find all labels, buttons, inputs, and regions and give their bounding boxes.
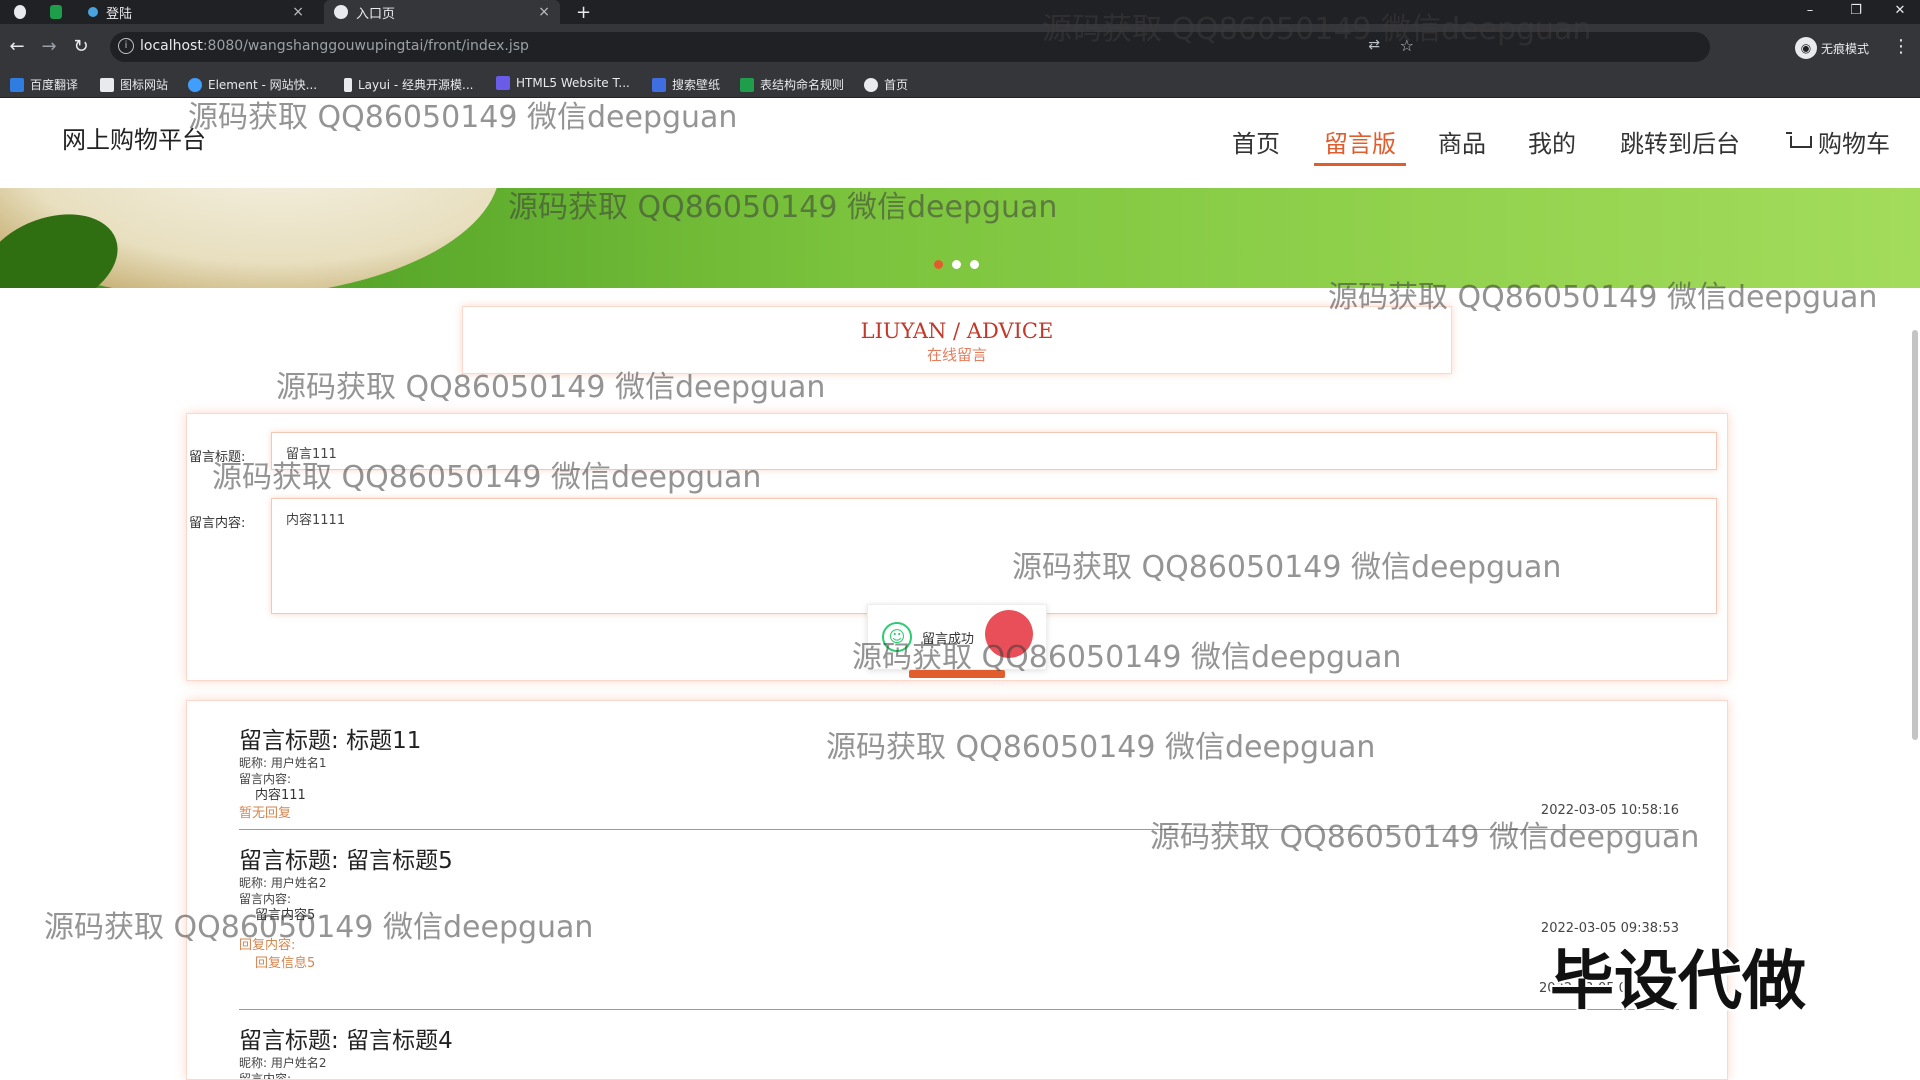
back-icon[interactable]: ← xyxy=(6,36,28,58)
element-icon xyxy=(188,77,202,92)
message-title: 留言标题: 留言标题4 xyxy=(239,1028,453,1054)
menu-icon[interactable]: ⋮ xyxy=(1890,36,1912,58)
section-title: LIUYAN / ADVICE 在线留言 xyxy=(462,306,1452,374)
sheet-icon xyxy=(740,77,754,92)
list-item: 留言标题: 标题11 昵称: 用户姓名1 留言内容: 内容111 暂无回复 20… xyxy=(239,721,1679,851)
info-icon[interactable]: i xyxy=(118,38,134,54)
big-watermark: 毕设代做 xyxy=(1550,945,1806,1019)
section-title-en: LIUYAN / ADVICE xyxy=(860,319,1054,343)
minimize-icon[interactable]: – xyxy=(1788,0,1832,24)
restore-icon[interactable]: ❐ xyxy=(1834,0,1878,24)
translate-icon xyxy=(10,77,24,92)
layui-icon xyxy=(344,77,352,92)
message-reply-label: 回复内容: xyxy=(239,938,296,953)
message-form: 留言标题: 留言111 留言内容: 内容1111 ☺ 留言成功 xyxy=(186,413,1728,681)
content-label: 留言内容: xyxy=(189,516,246,531)
bookmark-item[interactable]: 表结构命名规则 xyxy=(740,76,844,93)
message-nickname: 昵称: 用户姓名2 xyxy=(239,876,327,890)
close-window-icon[interactable]: ✕ xyxy=(1878,0,1920,24)
nav-products[interactable]: 商品 xyxy=(1438,124,1486,159)
html5-icon xyxy=(496,76,510,90)
translate-icon[interactable]: ⇄ xyxy=(1368,37,1380,53)
wallpaper-icon xyxy=(652,77,666,92)
tab-label: 入口页 xyxy=(356,6,396,22)
message-reply: 回复信息5 xyxy=(255,956,316,971)
message-content: 内容111 xyxy=(255,788,306,803)
message-content-label: 留言内容: xyxy=(239,772,292,786)
nav-mine[interactable]: 我的 xyxy=(1528,124,1576,159)
list-item: 留言标题: 留言标题5 昵称: 用户姓名2 留言内容: 留言内容5 回复内容: … xyxy=(239,841,1679,1021)
tab-label: 登陆 xyxy=(106,6,133,22)
url-text[interactable]: localhost:8080/wangshanggouwupingtai/fro… xyxy=(140,38,529,54)
bookmark-item[interactable]: 首页 xyxy=(864,76,908,93)
message-time: 2022-03-05 10:58:16 xyxy=(1540,803,1679,818)
message-title: 留言标题: 标题11 xyxy=(239,728,422,754)
favicon-icon xyxy=(88,7,98,17)
bookmarks-bar: 百度翻译 图标网站 Element - 网站快... Layui - 经典开源模… xyxy=(0,70,1920,98)
content-textarea[interactable]: 内容1111 xyxy=(271,498,1717,614)
toast-text: 留言成功 xyxy=(922,631,975,647)
submit-button[interactable] xyxy=(909,670,1005,678)
tab-index[interactable]: 入口页 × xyxy=(324,0,560,24)
forward-icon[interactable]: → xyxy=(38,36,60,58)
incognito-icon: ◉ xyxy=(1795,37,1817,59)
cursor-highlight xyxy=(985,610,1033,658)
message-content-label: 留言内容: xyxy=(239,1072,292,1080)
smile-icon: ☺ xyxy=(882,622,912,652)
star-icon[interactable]: ☆ xyxy=(1400,36,1414,55)
bookmark-item[interactable]: 图标网站 xyxy=(100,76,168,93)
message-list: 留言标题: 标题11 昵称: 用户姓名1 留言内容: 内容111 暂无回复 20… xyxy=(186,700,1728,1080)
carousel-dot[interactable] xyxy=(970,260,979,269)
bookmark-item[interactable]: HTML5 Website T... xyxy=(496,76,630,90)
title-label: 留言标题: xyxy=(189,450,246,465)
tab-login[interactable]: 登陆 × xyxy=(88,0,314,24)
flag-icon xyxy=(100,77,114,92)
app-icon xyxy=(50,0,70,24)
bookmark-item[interactable]: Layui - 经典开源模... xyxy=(344,76,473,93)
close-icon[interactable]: × xyxy=(538,4,550,20)
bookmark-item[interactable]: 搜索壁纸 xyxy=(652,76,720,93)
message-content-label: 留言内容: xyxy=(239,892,292,906)
incognito-badge[interactable]: ◉ 无痕模式 xyxy=(1795,37,1869,59)
nav-home[interactable]: 首页 xyxy=(1232,124,1280,159)
message-reply-label: 暂无回复 xyxy=(239,806,292,821)
list-item: 留言标题: 留言标题4 昵称: 用户姓名2 留言内容: xyxy=(239,1021,1679,1080)
message-nickname: 昵称: 用户姓名2 xyxy=(239,1056,327,1070)
new-tab-button[interactable]: + xyxy=(576,0,591,24)
bookmark-item[interactable]: Element - 网站快... xyxy=(188,76,317,93)
site-logo[interactable]: 网上购物平台 xyxy=(62,120,206,155)
url-bar[interactable]: i localhost:8080/wangshanggouwupingtai/f… xyxy=(110,32,1710,62)
message-title: 留言标题: 留言标题5 xyxy=(239,848,453,874)
bookmark-item[interactable]: 百度翻译 xyxy=(10,76,78,93)
divider xyxy=(239,829,1679,830)
nav-admin[interactable]: 跳转到后台 xyxy=(1620,124,1740,159)
page-scrollbar[interactable] xyxy=(1912,330,1918,740)
carousel-dots xyxy=(934,260,979,269)
reload-icon[interactable]: ↻ xyxy=(70,36,92,58)
favicon-icon xyxy=(334,5,348,19)
carousel-dot[interactable] xyxy=(934,260,943,269)
divider xyxy=(239,1009,1679,1010)
globe-icon xyxy=(864,77,878,92)
title-input[interactable]: 留言111 xyxy=(271,432,1717,470)
address-bar: ← → ↻ i localhost:8080/wangshanggouwupin… xyxy=(0,24,1920,70)
nav-cart[interactable]: 购物车 xyxy=(1786,124,1890,159)
nav-message-board[interactable]: 留言版 xyxy=(1314,124,1406,166)
browser-tab-bar: 登陆 × 入口页 × + – ❐ ✕ xyxy=(0,0,1920,24)
section-title-cn: 在线留言 xyxy=(926,346,987,364)
message-content: 留言内容5 xyxy=(255,908,316,923)
close-icon[interactable]: × xyxy=(292,4,304,20)
chrome-icon xyxy=(14,0,34,24)
cart-icon xyxy=(1786,132,1814,154)
message-nickname: 昵称: 用户姓名1 xyxy=(239,756,327,770)
banner-carousel[interactable] xyxy=(0,188,1920,288)
carousel-dot[interactable] xyxy=(952,260,961,269)
site-header: 网上购物平台 首页 留言版 商品 我的 跳转到后台 购物车 xyxy=(0,98,1920,188)
